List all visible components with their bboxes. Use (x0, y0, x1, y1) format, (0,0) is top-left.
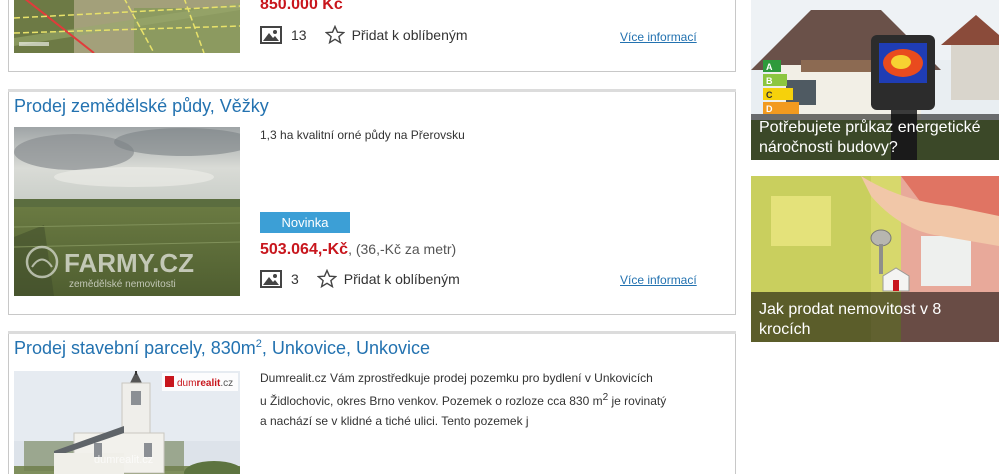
listing-photo[interactable]: FARMY.CZ zemědělské nemovitosti (14, 127, 240, 296)
farmy-watermark: FARMY.CZ (64, 248, 194, 278)
listing-price: 850.000 Kč (260, 0, 343, 13)
price-row: 503.064,-Kč, (36,-Kč za metr) (260, 241, 456, 259)
dumrealit-logo: dumrealit.cz (177, 378, 233, 389)
listing-title-text: Prodej stavební parcely, 830m (14, 338, 256, 358)
listing-card: Prodej zemědělské půdy, Věžky FARMY.CZ z… (8, 89, 736, 315)
add-to-favorites-link[interactable]: Přidat k oblíbeným (344, 271, 460, 287)
listing-description: Dumrealit.cz Vám zprostředkuje prodej po… (260, 368, 710, 431)
energy-label-b: B (766, 76, 773, 86)
listing-price: 503.064,-Kč (260, 241, 349, 258)
listing-title[interactable]: Prodej stavební parcely, 830m2, Unkovice… (14, 338, 430, 359)
listing-card: Prodej stavební parcely, 830m2, Unkovice… (8, 331, 736, 474)
photo-gallery-icon[interactable] (260, 270, 282, 288)
more-info-link[interactable]: Více informací (620, 30, 697, 44)
description-line: u Židlochovic, okres Brno venkov. Pozeme… (260, 392, 667, 408)
farmy-watermark-subtitle: zemědělské nemovitosti (69, 279, 176, 290)
listing-title-location: , Unkovice, Unkovice (261, 338, 430, 358)
listing-photo[interactable] (14, 0, 240, 53)
energy-label-c: C (766, 90, 773, 100)
promo-how-to-sell[interactable]: Jak prodat nemovitost v 8 krocích (751, 176, 999, 342)
energy-label-a: A (766, 62, 773, 72)
listing-meta: 3 Přidat k oblíbeným (260, 269, 460, 289)
description-line: Dumrealit.cz Vám zprostředkuje prodej po… (260, 371, 653, 385)
photo-count: 3 (291, 271, 299, 287)
church-image: dumrealit.cz dumrealit.cz (14, 371, 240, 474)
farmland-image: FARMY.CZ zemědělské nemovitosti (14, 127, 240, 296)
description-line: a nachází se v klidné a tiché ulici. Ten… (260, 414, 529, 428)
star-icon[interactable] (316, 269, 337, 289)
new-badge: Novinka (260, 212, 350, 233)
photo-gallery-icon[interactable] (260, 26, 282, 44)
cadastral-map-image (14, 0, 240, 53)
star-icon[interactable] (324, 25, 345, 45)
listing-meta: 13 Přidat k oblíbeným (260, 25, 468, 45)
listing-photo[interactable]: dumrealit.cz dumrealit.cz (14, 371, 240, 474)
listing-card: 850.000 Kč 13 Přidat k oblíbeným Více in… (8, 0, 736, 72)
promo-caption[interactable]: Jak prodat nemovitost v 8 krocích (751, 292, 999, 342)
energy-label-d: D (766, 104, 773, 114)
promo-caption[interactable]: Potřebujete průkaz energetické náročnost… (751, 114, 999, 160)
photo-count: 13 (291, 27, 307, 43)
listing-title[interactable]: Prodej zemědělské půdy, Věžky (14, 96, 269, 117)
dumrealit-watermark: dumrealit.cz (94, 454, 153, 466)
add-to-favorites-link[interactable]: Přidat k oblíbeným (352, 27, 468, 43)
listing-description: 1,3 ha kvalitní orné půdy na Přerovsku (260, 128, 465, 142)
price-per-meter: , (36,-Kč za metr) (348, 241, 457, 257)
promo-energy-certificate[interactable]: A B C D Potřebujete průkaz energetické n… (751, 0, 999, 160)
price-row: 850.000 Kč (260, 0, 343, 14)
more-info-link[interactable]: Více informací (620, 273, 697, 287)
